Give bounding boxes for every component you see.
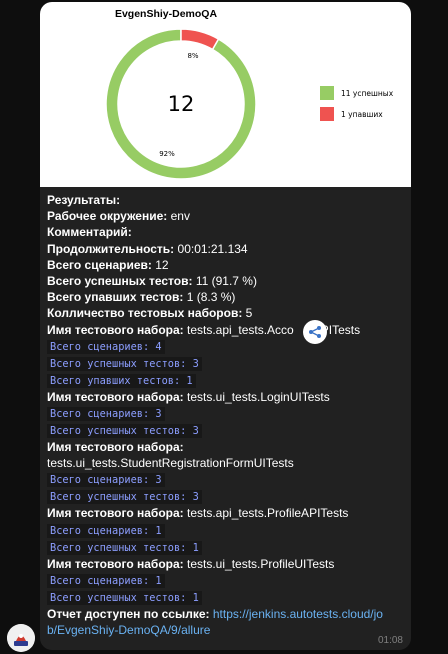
share-icon[interactable] xyxy=(303,320,327,344)
chart-title: EvgenShiy-DemoQA xyxy=(115,8,218,20)
legend-label-0: 11 успешных xyxy=(341,89,394,98)
report-link-cont[interactable]: b/EvgenShiy-DemoQA/9/allure xyxy=(47,623,210,637)
total-label: Всего сценариев: xyxy=(47,257,152,272)
suite-stat[interactable]: Всего упавших тестов: 1 xyxy=(47,373,196,388)
legend-label-1: 1 упавших xyxy=(341,110,383,119)
suite-stat[interactable]: Всего успешных тестов: 3 xyxy=(47,490,202,505)
legend-swatch-0 xyxy=(320,86,334,100)
comment-label: Комментарий: xyxy=(47,225,132,240)
slice-pct-label-1: 8% xyxy=(187,52,198,60)
legend-swatch-1 xyxy=(320,107,334,121)
suite-name: tests.ui_tests.LoginUITests xyxy=(183,389,330,404)
env-value: env xyxy=(167,209,190,224)
pie-chart: EvgenShiy-DemoQA 12 92% 8% 11 успешных 1… xyxy=(105,8,394,180)
suite-stat[interactable]: Всего сценариев: 3 xyxy=(47,407,165,422)
pie-slice-1 xyxy=(180,28,220,51)
duration-label: Продолжительность: xyxy=(47,241,175,256)
report-chart-image[interactable]: EvgenShiy-DemoQA 12 92% 8% 11 успешных 1… xyxy=(40,2,411,187)
suite-stat[interactable]: Всего сценариев: 1 xyxy=(47,573,165,588)
report-link[interactable]: https://jenkins.autotests.cloud/jo xyxy=(210,607,383,621)
suite-stat[interactable]: Всего успешных тестов: 3 xyxy=(47,356,202,371)
message-bubble[interactable]: EvgenShiy-DemoQA 12 92% 8% 11 успешных 1… xyxy=(40,2,411,650)
slice-pct-label-0: 92% xyxy=(159,150,175,158)
suites-count-label: Колличество тестовых наборов: xyxy=(47,306,243,321)
report-label: Отчет доступен по ссылке: xyxy=(47,606,210,621)
center-total: 12 xyxy=(168,92,195,116)
suite-stat[interactable]: Всего сценариев: 1 xyxy=(47,523,165,538)
suite-name: tests.ui_tests.ProfileUITests xyxy=(183,556,335,571)
suite-stat[interactable]: Всего успешных тестов: 3 xyxy=(47,424,202,439)
suite-stat[interactable]: Всего успешных тестов: 1 xyxy=(47,590,202,605)
total-value: 12 xyxy=(151,257,169,272)
suites-count-value: 5 xyxy=(242,306,253,321)
suite-name-label: Имя тестового набора: xyxy=(47,506,184,521)
duration-value: 00:01:21.134 xyxy=(174,241,248,256)
suite-name: tests.api_tests.ProfileAPITests xyxy=(183,506,349,521)
failed-value: 1 (8.3 %) xyxy=(183,290,236,305)
suite-stat[interactable]: Всего сценариев: 4 xyxy=(47,339,165,354)
suite-stat[interactable]: Всего сценариев: 3 xyxy=(47,473,165,488)
suite-name: tests.ui_tests.StudentRegistrationFormUI… xyxy=(47,456,294,471)
message-text: Результаты: Рабочее окружение: env Комме… xyxy=(47,192,407,638)
sender-avatar[interactable] xyxy=(7,624,35,652)
suite-name: tests.api_tests.Acco xyxy=(183,322,294,337)
env-label: Рабочее окружение: xyxy=(47,209,168,224)
passed-value: 11 (91.7 %) xyxy=(192,274,257,289)
suite-name-label: Имя тестового набора: xyxy=(47,389,184,404)
message-time: 01:08 xyxy=(377,635,403,646)
suite-stat[interactable]: Всего успешных тестов: 1 xyxy=(47,540,202,555)
results-label: Результаты: xyxy=(47,193,121,207)
suite-name-label: Имя тестового набора: xyxy=(47,440,184,455)
suite-name-label: Имя тестового набора: xyxy=(47,556,184,571)
passed-label: Всего успешных тестов: xyxy=(47,274,193,289)
suite-name-label: Имя тестового набора: xyxy=(47,322,184,337)
failed-label: Всего упавших тестов: xyxy=(47,290,184,305)
